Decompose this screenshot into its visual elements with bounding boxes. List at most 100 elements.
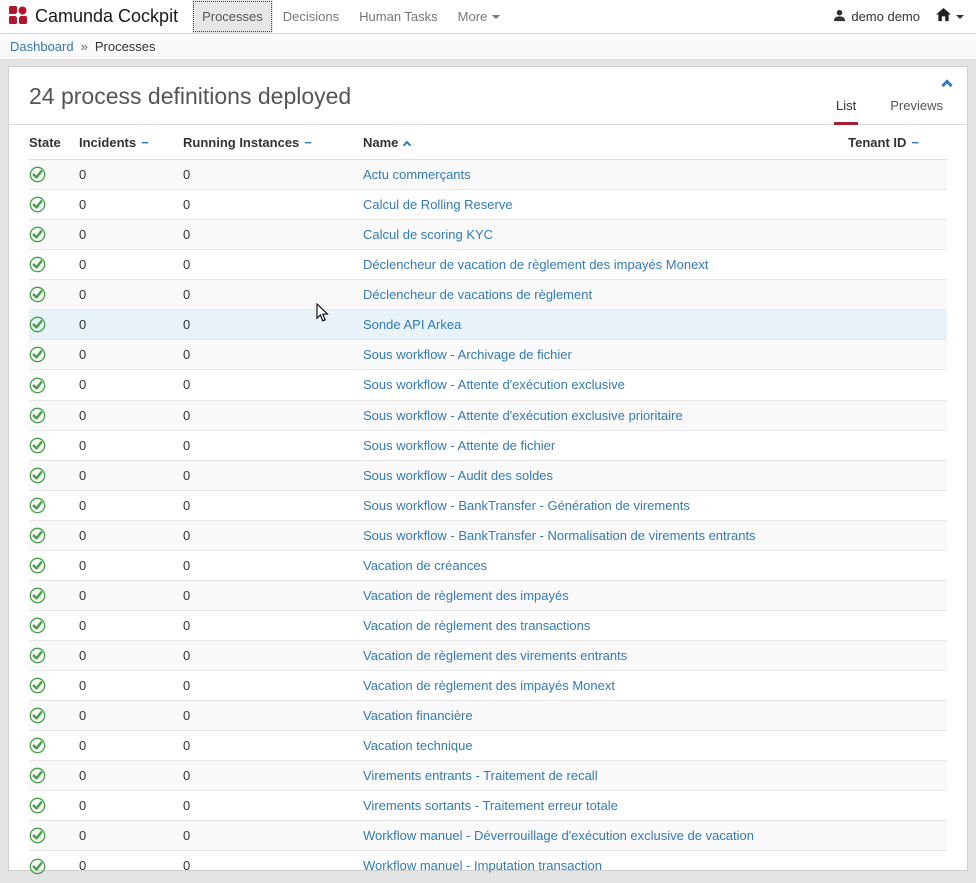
process-name-link[interactable]: Virements entrants - Traitement de recal…: [363, 768, 598, 783]
table-row[interactable]: 0 0 Sous workflow - Attente d'exécution …: [29, 400, 947, 430]
table-row[interactable]: 0 0 Vacation technique: [29, 731, 947, 761]
table-row[interactable]: 0 0 Déclencheur de vacations de règlemen…: [29, 280, 947, 310]
process-name-link[interactable]: Sonde API Arkea: [363, 317, 461, 332]
camunda-logo-icon: [8, 5, 28, 28]
incidents-cell: 0: [79, 610, 183, 640]
process-name-link[interactable]: Vacation de règlement des impayés Monext: [363, 678, 615, 693]
running-instances-cell: 0: [183, 160, 363, 190]
column-header-running-instances[interactable]: Running Instances−: [183, 125, 363, 160]
process-name-link[interactable]: Sous workflow - Attente d'exécution excl…: [363, 377, 625, 392]
home-menu[interactable]: [936, 8, 964, 25]
process-name-link[interactable]: Actu commerçants: [363, 167, 471, 182]
nav-item-human-tasks[interactable]: Human Tasks: [349, 0, 448, 33]
running-instances-cell: 0: [183, 701, 363, 731]
table-row[interactable]: 0 0 Déclencheur de vacation de règlement…: [29, 250, 947, 280]
table-row[interactable]: 0 0 Virements entrants - Traitement de r…: [29, 761, 947, 791]
column-header-incidents[interactable]: Incidents−: [79, 125, 183, 160]
incidents-cell: 0: [79, 250, 183, 280]
column-label: State: [29, 135, 61, 150]
tenant-id-cell: [829, 340, 947, 370]
tab-previews[interactable]: Previews: [888, 98, 945, 125]
process-name-link[interactable]: Calcul de Rolling Reserve: [363, 197, 513, 212]
nav-item-decisions[interactable]: Decisions: [273, 0, 349, 33]
table-row[interactable]: 0 0 Virements sortants - Traitement erre…: [29, 791, 947, 821]
sort-minus-icon[interactable]: −: [304, 135, 312, 150]
process-name-link[interactable]: Sous workflow - Archivage de fichier: [363, 347, 572, 362]
table-row[interactable]: 0 0 Sous workflow - BankTransfer - Génér…: [29, 490, 947, 520]
running-instances-cell: 0: [183, 250, 363, 280]
column-header-tenant-id[interactable]: Tenant ID−: [829, 125, 947, 160]
table-row[interactable]: 0 0 Sonde API Arkea: [29, 310, 947, 340]
state-cell: [29, 791, 79, 821]
table-row[interactable]: 0 0 Vacation de règlement des transactio…: [29, 610, 947, 640]
running-instances-cell: 0: [183, 580, 363, 610]
table-row[interactable]: 0 0 Vacation de créances: [29, 550, 947, 580]
table-row[interactable]: 0 0 Vacation de règlement des impayés: [29, 580, 947, 610]
sort-minus-icon[interactable]: −: [911, 135, 919, 150]
table-row[interactable]: 0 0 Sous workflow - BankTransfer - Norma…: [29, 520, 947, 550]
check-circle-icon: [29, 587, 46, 604]
nav-item-more[interactable]: More: [448, 0, 511, 33]
table-row[interactable]: 0 0 Calcul de Rolling Reserve: [29, 190, 947, 220]
process-name-link[interactable]: Calcul de scoring KYC: [363, 227, 493, 242]
check-circle-icon: [29, 797, 46, 814]
check-circle-icon: [29, 226, 46, 243]
process-name-link[interactable]: Vacation technique: [363, 738, 473, 753]
process-name-link[interactable]: Vacation de règlement des impayés: [363, 588, 569, 603]
collapse-panel-button[interactable]: [943, 77, 951, 92]
process-name-link[interactable]: Vacation de règlement des transactions: [363, 618, 590, 633]
process-name-link[interactable]: Workflow manuel - Déverrouillage d'exécu…: [363, 828, 754, 843]
table-row[interactable]: 0 0 Vacation financière: [29, 701, 947, 731]
check-circle-icon: [29, 256, 46, 273]
process-name-link[interactable]: Sous workflow - BankTransfer - Génératio…: [363, 498, 690, 513]
process-name-link[interactable]: Déclencheur de vacations de règlement: [363, 287, 592, 302]
state-cell: [29, 310, 79, 340]
process-name-link[interactable]: Vacation de créances: [363, 558, 487, 573]
check-circle-icon: [29, 377, 46, 394]
check-circle-icon: [29, 617, 46, 634]
table-row[interactable]: 0 0 Workflow manuel - Déverrouillage d'e…: [29, 821, 947, 851]
process-name-link[interactable]: Workflow manuel - Imputation transaction: [363, 858, 602, 873]
check-circle-icon: [29, 166, 46, 183]
sort-minus-icon[interactable]: −: [141, 135, 149, 150]
table-row[interactable]: 0 0 Sous workflow - Attente d'exécution …: [29, 370, 947, 400]
process-name-link[interactable]: Déclencheur de vacation de règlement des…: [363, 257, 708, 272]
table-row[interactable]: 0 0 Sous workflow - Attente de fichier: [29, 430, 947, 460]
process-name-link[interactable]: Sous workflow - BankTransfer - Normalisa…: [363, 528, 756, 543]
tenant-id-cell: [829, 400, 947, 430]
running-instances-cell: 0: [183, 731, 363, 761]
user-menu[interactable]: demo demo: [833, 9, 920, 25]
breadcrumb-dashboard[interactable]: Dashboard: [10, 39, 74, 54]
process-name-link[interactable]: Sous workflow - Audit des soldes: [363, 468, 553, 483]
process-name-link[interactable]: Vacation financière: [363, 708, 473, 723]
table-row[interactable]: 0 0 Calcul de scoring KYC: [29, 220, 947, 250]
running-instances-cell: 0: [183, 791, 363, 821]
table-row[interactable]: 0 0 Sous workflow - Audit des soldes: [29, 460, 947, 490]
process-name-link[interactable]: Sous workflow - Attente d'exécution excl…: [363, 408, 683, 423]
nav-item-processes[interactable]: Processes: [192, 0, 273, 33]
state-cell: [29, 701, 79, 731]
state-cell: [29, 550, 79, 580]
table-row[interactable]: 0 0 Workflow manuel - Imputation transac…: [29, 851, 947, 881]
running-instances-cell: 0: [183, 520, 363, 550]
running-instances-cell: 0: [183, 340, 363, 370]
table-row[interactable]: 0 0 Sous workflow - Archivage de fichier: [29, 340, 947, 370]
table-row[interactable]: 0 0 Vacation de règlement des impayés Mo…: [29, 671, 947, 701]
column-label: Running Instances: [183, 135, 299, 150]
sort-ascending-icon[interactable]: [403, 141, 411, 149]
tab-list[interactable]: List: [834, 98, 858, 125]
running-instances-cell: 0: [183, 821, 363, 851]
tenant-id-cell: [829, 310, 947, 340]
table-row[interactable]: 0 0 Vacation de règlement des virements …: [29, 641, 947, 671]
tenant-id-cell: [829, 370, 947, 400]
brand[interactable]: Camunda Cockpit: [0, 0, 192, 33]
process-name-link[interactable]: Virements sortants - Traitement erreur t…: [363, 798, 618, 813]
process-name-link[interactable]: Vacation de règlement des virements entr…: [363, 648, 627, 663]
process-name-link[interactable]: Sous workflow - Attente de fichier: [363, 438, 555, 453]
incidents-cell: 0: [79, 430, 183, 460]
incidents-cell: 0: [79, 190, 183, 220]
column-header-name[interactable]: Name: [363, 125, 829, 160]
breadcrumb: Dashboard » Processes: [0, 34, 976, 60]
tenant-id-cell: [829, 250, 947, 280]
table-row[interactable]: 0 0 Actu commerçants: [29, 160, 947, 190]
